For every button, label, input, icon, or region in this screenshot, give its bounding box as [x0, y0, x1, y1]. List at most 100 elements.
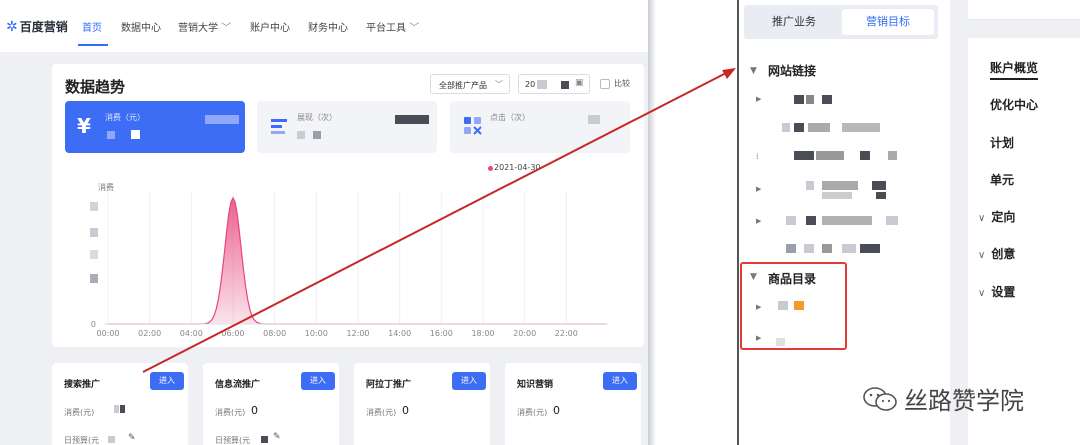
nav-item-home[interactable]: 首页 [82, 19, 102, 34]
tree-section-product-catalog[interactable]: 商品目录 [768, 270, 816, 287]
card-budget-label: 日预算(元 [215, 436, 251, 445]
dashboard-panel: ✲ 百度营销 首页 数据中心 营销大学 ﹀ 账户中心 财务中心 平台工具 ﹀ 数… [0, 0, 648, 445]
top-navigation: ✲ 百度营销 首页 数据中心 营销大学 ﹀ 账户中心 财务中心 平台工具 ﹀ [0, 0, 648, 52]
caret-right-icon[interactable]: ▶ [756, 217, 761, 225]
card-feed-promotion: 信息流推广 进入 消费(元) 0 日预算(元 ✎ [203, 363, 339, 445]
nav-item-account-center[interactable]: 账户中心 [250, 19, 290, 34]
nav-label: 营销大学 [178, 23, 218, 34]
menu-item-plan[interactable]: 计划 [990, 134, 1014, 151]
caret-right-icon[interactable]: ▶ [756, 95, 761, 103]
enter-button[interactable]: 进入 [452, 372, 486, 390]
product-select[interactable]: 全部推广产品 ﹀ [430, 74, 510, 94]
y-tick-label: 0 [91, 320, 96, 329]
x-tick-label: 18:00 [471, 329, 494, 338]
redacted-block [537, 80, 547, 89]
legend-dot [488, 166, 493, 171]
card-title: 搜索推广 [64, 380, 101, 390]
redacted-block [108, 436, 115, 443]
redacted-block [872, 181, 886, 190]
nav-item-marketing-university[interactable]: 营销大学 ﹀ [178, 19, 231, 34]
chevron-down-icon: ﹀ [409, 23, 420, 34]
card-spend-label: 消费(元) [366, 408, 397, 417]
divider [737, 0, 739, 445]
redacted-block [822, 95, 832, 104]
caret-down-icon[interactable]: ▼ [750, 272, 757, 282]
compare-label: 比较 [614, 79, 630, 88]
menu-label: 创意 [991, 247, 1016, 261]
x-tick-label: 20:00 [513, 329, 536, 338]
redacted-block [842, 123, 880, 132]
card-knowledge-marketing: 知识营销 进入 消费(元) 0 [505, 363, 641, 445]
nav-item-platform-tools[interactable]: 平台工具 ﹀ [366, 19, 419, 34]
metric-impressions[interactable]: 展现（次） [257, 101, 437, 153]
card-search-promotion: 搜索推广 进入 消费(元) 日预算(元 ✎ [52, 363, 188, 445]
redacted-block [120, 405, 125, 413]
menu-item-settings[interactable]: ∨ 设置 [978, 283, 1015, 300]
redacted-block [822, 244, 832, 253]
redacted-block [806, 95, 814, 104]
x-tick-label: 22:00 [555, 329, 578, 338]
menu-item-targeting[interactable]: ∨ 定向 [978, 208, 1015, 225]
redacted-block [114, 405, 119, 413]
redacted-y-tick [90, 274, 98, 283]
enter-button[interactable]: 进入 [150, 372, 184, 390]
redacted-block [782, 123, 790, 132]
tree-tabs: 推广业务 营销目标 [744, 5, 938, 39]
tab-promotion-business[interactable]: 推广业务 [750, 9, 838, 35]
calendar-icon: ▣ [575, 78, 584, 88]
menu-item-account-overview[interactable]: 账户概览 [990, 59, 1039, 80]
caret-right-icon[interactable]: ▶ [756, 303, 761, 311]
watermark: 丝路赞学院 [862, 381, 1024, 416]
edit-icon[interactable]: ✎ [128, 433, 136, 443]
redacted-block [107, 131, 115, 139]
menu-item-creative[interactable]: ∨ 创意 [978, 245, 1015, 262]
redacted-block [808, 123, 830, 132]
redacted-block [806, 181, 814, 190]
caret-right-icon[interactable]: ▶ [756, 185, 761, 193]
metric-spend[interactable]: ¥ 消费（元） [65, 101, 245, 153]
card-spend-label: 消费(元) [215, 408, 246, 417]
menu-label: 定向 [991, 210, 1016, 224]
nav-item-finance-center[interactable]: 财务中心 [308, 19, 348, 34]
redacted-block [794, 123, 804, 132]
x-tick-label: 06:00 [221, 329, 244, 338]
x-tick-label: 02:00 [138, 329, 161, 338]
card-title: 信息流推广 [215, 380, 261, 390]
redacted-block [205, 115, 239, 124]
enter-button[interactable]: 进入 [603, 372, 637, 390]
redacted-y-tick [90, 228, 98, 237]
yuan-icon: ¥ [77, 114, 91, 138]
date-picker[interactable]: 20 ▣ [518, 74, 590, 94]
enter-button[interactable]: 进入 [301, 372, 335, 390]
nav-label: 平台工具 [366, 23, 406, 34]
menu-item-optimization-center[interactable]: 优化中心 [990, 96, 1038, 113]
redacted-block [561, 81, 569, 89]
redacted-block [794, 151, 814, 160]
active-tab-indicator [78, 44, 108, 46]
redacted-y-tick [90, 250, 98, 259]
redacted-block [588, 115, 600, 124]
redacted-block [261, 436, 268, 443]
caret-right-icon[interactable]: ⁞ [756, 152, 759, 161]
card-budget-label: 日预算(元 [64, 436, 100, 445]
x-tick-label: 16:00 [430, 329, 453, 338]
date-value: 20 [525, 80, 536, 89]
edit-icon[interactable]: ✎ [273, 432, 281, 442]
nav-item-data-center[interactable]: 数据中心 [121, 19, 161, 34]
baidu-marketing-logo[interactable]: ✲ 百度营销 [6, 18, 68, 35]
redacted-block [776, 338, 785, 346]
card-spend-label: 消费(元) [64, 408, 95, 417]
caret-down-icon[interactable]: ▼ [750, 66, 757, 76]
metric-label: 消费（元） [105, 113, 145, 122]
caret-right-icon[interactable]: ▶ [756, 334, 761, 342]
metric-clicks[interactable]: 点击（次） [450, 101, 630, 153]
redacted-block [794, 301, 804, 310]
right-header-strip [968, 0, 1080, 20]
compare-checkbox[interactable] [600, 79, 610, 89]
tree-section-website-links[interactable]: 网站链接 [768, 62, 816, 79]
screenshot-edge [648, 0, 656, 445]
redacted-block [816, 151, 844, 160]
tab-marketing-goal[interactable]: 营销目标 [842, 9, 934, 35]
menu-item-unit[interactable]: 单元 [990, 171, 1014, 188]
arrow-head [722, 68, 736, 79]
